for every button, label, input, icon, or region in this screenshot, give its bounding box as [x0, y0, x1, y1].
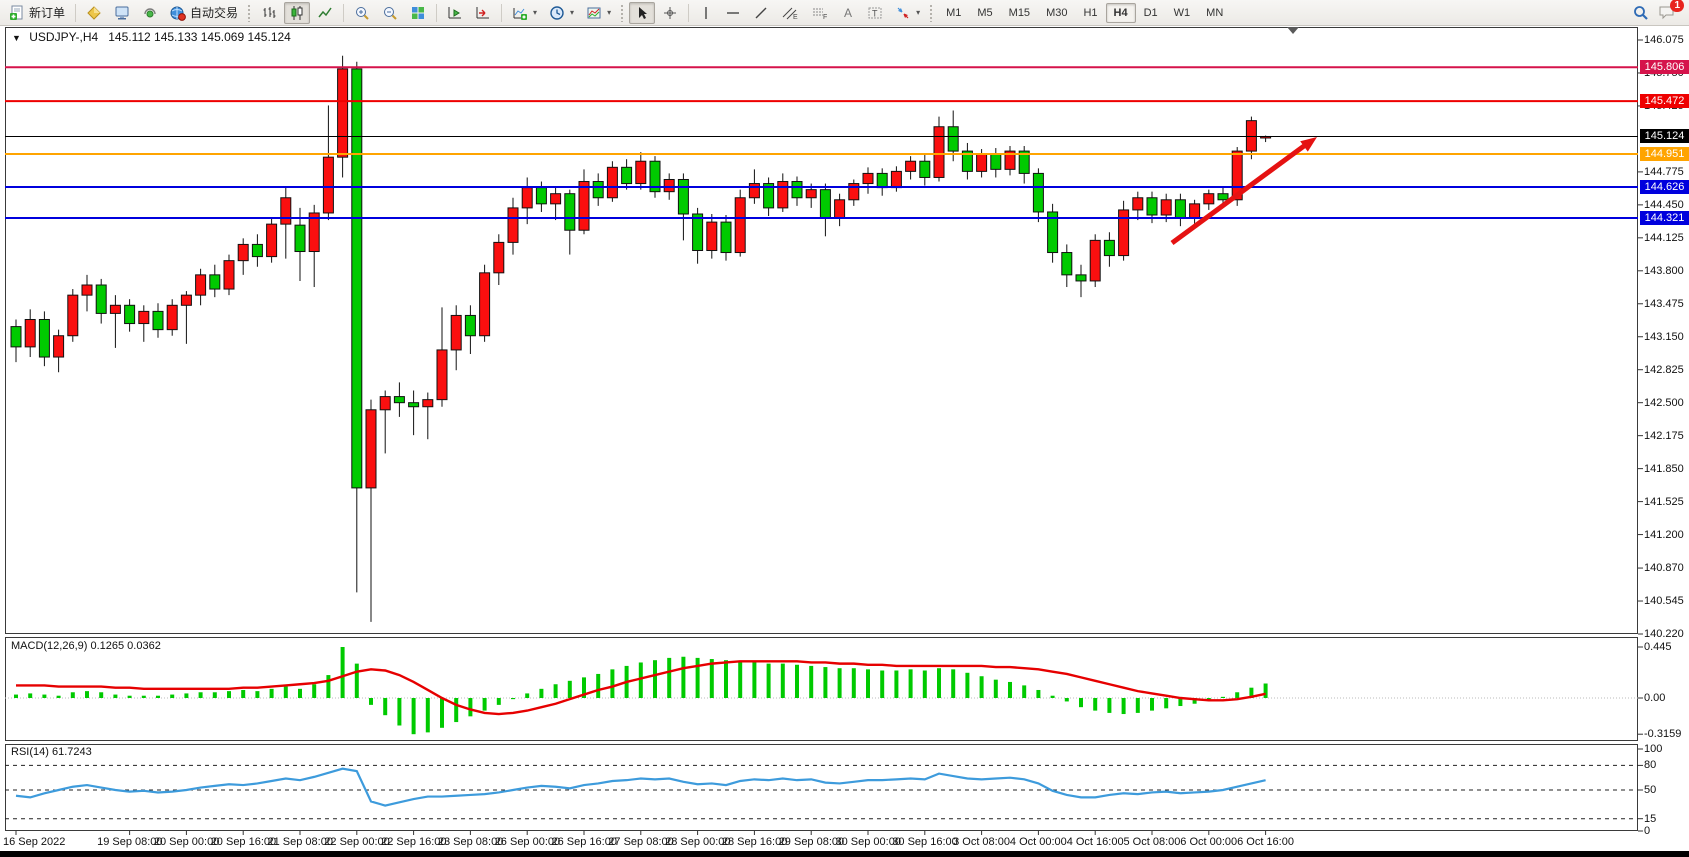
candle-body [849, 184, 859, 200]
candle-body [11, 327, 21, 347]
candle-body [536, 188, 546, 204]
candle-body [948, 127, 958, 151]
candle-body [54, 336, 64, 357]
candle-body [252, 244, 262, 256]
candle-body [920, 161, 930, 177]
candle-body [721, 222, 731, 252]
candle-body [167, 305, 177, 329]
candle-body [1133, 198, 1143, 210]
candle-body [125, 305, 135, 323]
candle-body [863, 173, 873, 183]
candle-body [749, 184, 759, 198]
candle-body [565, 194, 575, 231]
candle-body [579, 182, 589, 231]
candle-body [437, 350, 447, 400]
candle-body [181, 295, 191, 305]
candle-body [267, 224, 277, 256]
candle-body [1218, 194, 1228, 200]
candle-body [1033, 173, 1043, 212]
candle-body [551, 194, 561, 204]
candle-body [991, 154, 1001, 169]
rsi-label: RSI(14) 61.7243 [11, 746, 92, 758]
candle-body [977, 154, 987, 171]
candle-body [25, 319, 35, 346]
candle-body [409, 403, 419, 407]
candle-body [622, 167, 632, 183]
candle-body [1104, 240, 1114, 255]
candle-body [636, 161, 646, 183]
candle-body [934, 127, 944, 178]
candle-body [1062, 253, 1072, 275]
candle-body [323, 157, 333, 213]
candle-body [806, 190, 816, 198]
candle-body [1119, 210, 1129, 256]
candle-body [96, 285, 106, 313]
candle-body [1147, 198, 1157, 215]
candle-body [224, 261, 234, 289]
candle-body [380, 397, 390, 410]
candle-body [1161, 200, 1171, 215]
candle-body [451, 315, 461, 349]
candle-body [366, 410, 376, 488]
chart-ohlc-readout: 145.112 145.133 145.069 145.124 [108, 30, 291, 44]
rsi-line [16, 769, 1266, 806]
candle-body [707, 222, 717, 250]
candle-body [423, 400, 433, 407]
candle-body [295, 225, 305, 251]
chart-symbol: USDJPY-,H4 [29, 30, 98, 44]
candle-body [1246, 121, 1256, 151]
candle-body [480, 273, 490, 336]
candle-body [494, 242, 504, 272]
candle-body [792, 182, 802, 198]
candle-body [196, 275, 206, 295]
candle-body [153, 311, 163, 329]
chart-shift-marker-icon[interactable] [1287, 27, 1299, 34]
candle-body [891, 171, 901, 187]
candle-body [465, 315, 475, 335]
candle-body [664, 179, 674, 191]
chart-title: ▼ USDJPY-,H4 145.112 145.133 145.069 145… [12, 30, 291, 44]
candle-body [139, 311, 149, 323]
candle-body [1090, 240, 1100, 281]
candle-body [508, 208, 518, 242]
candle-body [778, 182, 788, 208]
candle-body [338, 69, 348, 157]
candle-body [1076, 275, 1086, 281]
symbol-collapse-icon[interactable]: ▼ [12, 33, 21, 43]
macd-label: MACD(12,26,9) 0.1265 0.0362 [11, 640, 161, 652]
candle-body [607, 167, 617, 197]
candle-body [693, 214, 703, 251]
candle-body [735, 198, 745, 253]
candle-body [110, 305, 120, 313]
candle-body [210, 275, 220, 289]
candle-body [678, 179, 688, 213]
candle-body [281, 198, 291, 224]
chart-canvas [0, 0, 1689, 857]
candle-body [835, 200, 845, 218]
candle-body [352, 69, 362, 488]
candle-body [68, 295, 78, 336]
candle-body [1175, 200, 1185, 218]
candle-body [1190, 204, 1200, 218]
candle-body [522, 188, 532, 208]
candle-body [906, 161, 916, 171]
candle-body [39, 319, 49, 357]
candle-body [394, 397, 404, 403]
candle-body [1204, 194, 1214, 204]
candle-body [820, 190, 830, 218]
candle-body [238, 244, 248, 260]
candle-body [82, 285, 92, 295]
candle-body [877, 173, 887, 187]
candle-body [593, 182, 603, 198]
